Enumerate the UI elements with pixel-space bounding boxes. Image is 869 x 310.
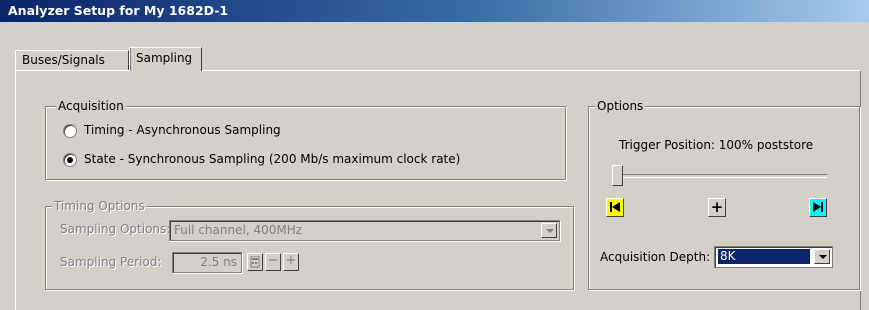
acquisition-legend: Acquisition (56, 99, 126, 113)
plus-icon: + (710, 198, 724, 216)
options-legend: Options (595, 99, 646, 113)
sampling-period-label: Sampling Period: (60, 255, 162, 269)
sampling-period-value: 2.5 ns (200, 255, 237, 269)
sampling-options-select[interactable]: Full channel, 400MHz (169, 220, 560, 241)
plus-icon: + (285, 253, 297, 268)
tab-buses-signals[interactable]: Buses/Signals (15, 50, 129, 70)
state-radio[interactable] (63, 153, 77, 167)
state-radio-label[interactable]: State - Synchronous Sampling (200 Mb/s m… (84, 152, 460, 166)
window-title: Analyzer Setup for My 1682D-1 (8, 3, 229, 18)
state-radio-dot (67, 157, 73, 163)
timing-radio-label[interactable]: Timing - Asynchronous Sampling (84, 123, 281, 137)
tab-sampling[interactable]: Sampling (129, 47, 202, 71)
center-button[interactable]: + (708, 198, 726, 217)
sampling-period-field[interactable]: 2.5 ns (172, 252, 242, 273)
tab-sampling-label: Sampling (136, 51, 193, 65)
trigger-position-slider-thumb[interactable] (612, 165, 623, 186)
acquisition-depth-dropdown-icon[interactable] (814, 249, 830, 264)
timing-options-legend: Timing Options (52, 199, 147, 213)
move-to-start-button[interactable] (606, 198, 624, 217)
sampling-options-label: Sampling Options: (60, 222, 171, 236)
acquisition-depth-label: Acquisition Depth: (600, 250, 711, 264)
sampling-period-increment-button[interactable]: + (283, 253, 299, 271)
minus-icon: − (267, 253, 279, 268)
trigger-position-slider-track[interactable] (622, 174, 827, 178)
timing-options-group: Timing Options (45, 199, 574, 290)
trigger-position-text: Trigger Position: 100% poststore (619, 138, 814, 152)
sampling-period-decrement-button[interactable]: − (265, 253, 281, 271)
acquisition-group: Acquisition (45, 99, 566, 180)
sampling-options-value: Full channel, 400MHz (174, 223, 303, 237)
title-bar: Analyzer Setup for My 1682D-1 (0, 0, 869, 22)
timing-radio[interactable] (63, 124, 77, 138)
sampling-options-dropdown-icon[interactable] (541, 223, 557, 238)
acquisition-depth-value: 8K (717, 248, 811, 265)
calculator-icon[interactable] (247, 253, 263, 271)
acquisition-depth-select[interactable]: 8K (714, 246, 833, 268)
move-to-end-button[interactable] (809, 198, 827, 217)
skip-start-icon (610, 202, 620, 212)
skip-end-icon (813, 202, 823, 212)
tab-buses-signals-label: Buses/Signals (22, 53, 105, 67)
